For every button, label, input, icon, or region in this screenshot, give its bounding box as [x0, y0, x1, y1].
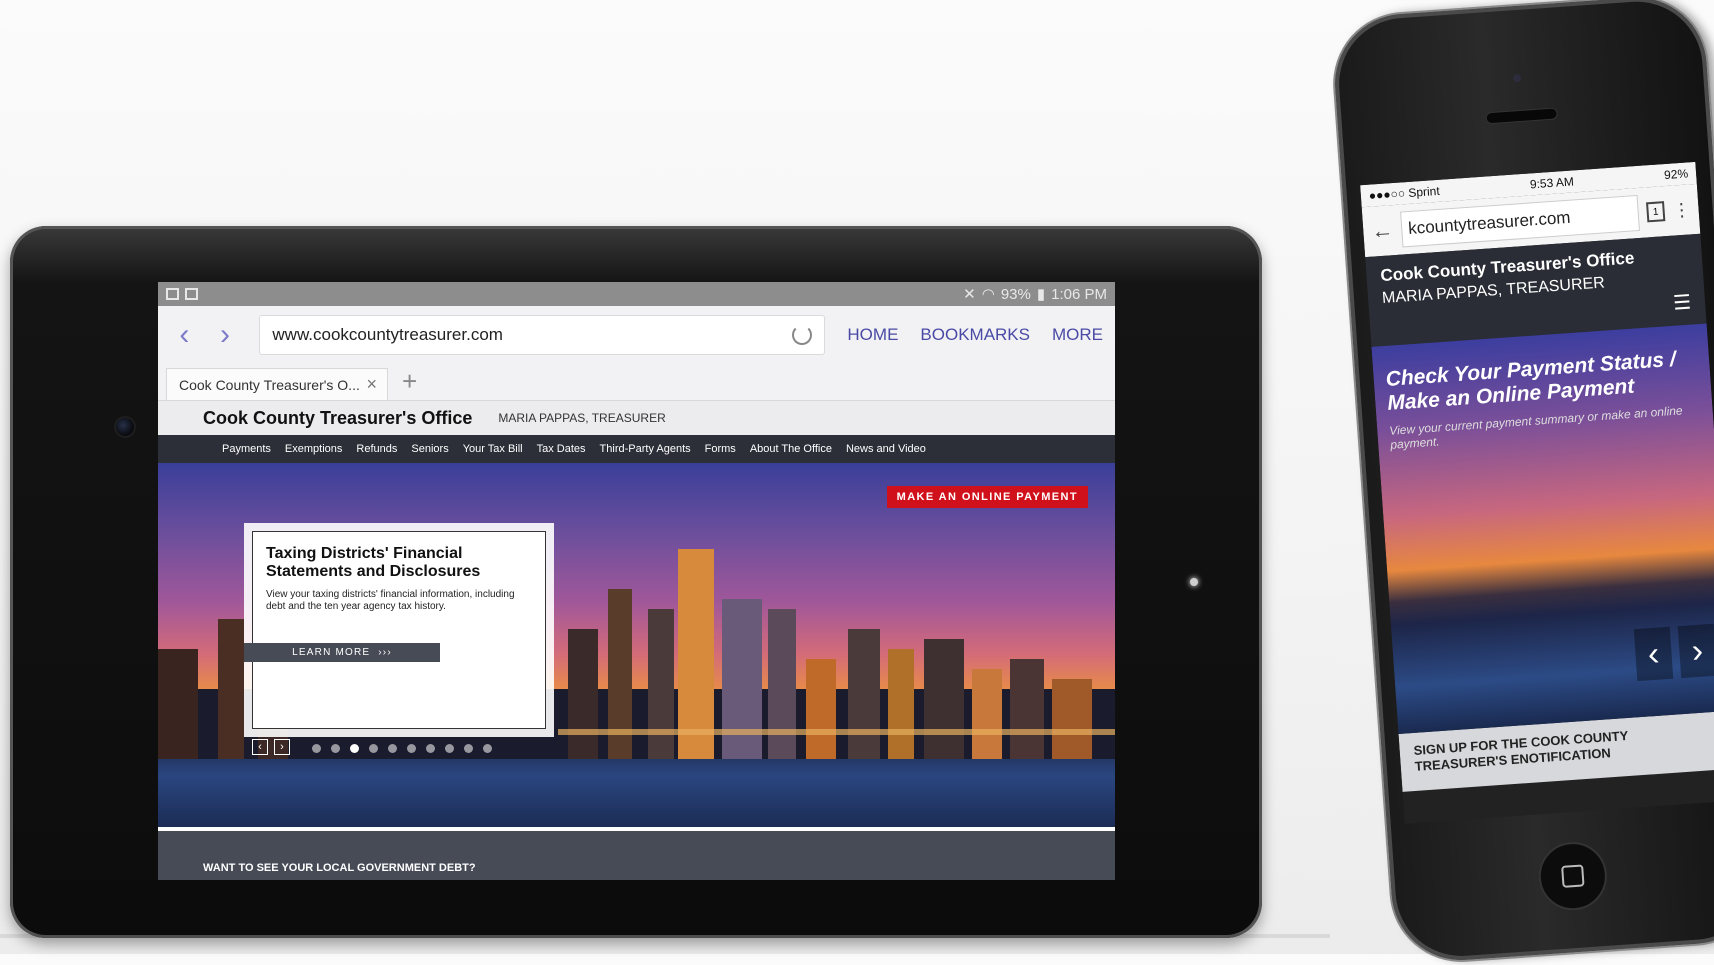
nav-item-about[interactable]: About The Office	[750, 443, 832, 455]
nav-item-tax-bill[interactable]: Your Tax Bill	[463, 443, 523, 455]
browser-toolbar: ‹ › www.cookcountytreasurer.com HOME BOO…	[158, 306, 1115, 364]
learn-more-label: LEARN MORE	[292, 647, 371, 658]
nav-item-exemptions[interactable]: Exemptions	[285, 443, 342, 455]
back-arrow-icon[interactable]: ←	[1370, 217, 1394, 244]
site-nav: Payments Exemptions Refunds Seniors Your…	[158, 435, 1115, 463]
forward-arrow-icon[interactable]: ›	[211, 320, 240, 350]
tablet-sensor	[1190, 578, 1198, 586]
document-notification-icon	[185, 288, 198, 300]
learn-more-button[interactable]: LEARN MORE ›››	[244, 643, 440, 662]
slider-dot[interactable]	[331, 744, 340, 753]
home-square-icon	[1561, 864, 1585, 888]
more-link[interactable]: MORE	[1052, 325, 1103, 345]
tablet-status-bar: ✕ ◠ 93% ▮ 1:06 PM	[158, 282, 1115, 306]
tab-count-icon[interactable]: 1	[1646, 201, 1666, 223]
tablet-screen: ✕ ◠ 93% ▮ 1:06 PM ‹ › www.cookcountytrea…	[158, 282, 1115, 880]
phone-camera	[1512, 73, 1522, 83]
site-title[interactable]: Cook County Treasurer's Office	[203, 408, 472, 429]
nav-item-seniors[interactable]: Seniors	[411, 443, 448, 455]
nav-item-forms[interactable]: Forms	[705, 443, 736, 455]
slider-dot[interactable]	[407, 744, 416, 753]
tablet-device: ✕ ◠ 93% ▮ 1:06 PM ‹ › www.cookcountytrea…	[10, 226, 1262, 938]
tab-strip: Cook County Treasurer's O... × +	[158, 364, 1115, 401]
phone-speaker	[1485, 107, 1559, 125]
clock: 1:06 PM	[1051, 285, 1107, 303]
mute-icon: ✕	[963, 286, 976, 303]
url-text: www.cookcountytreasurer.com	[272, 325, 503, 344]
phone-clock: 9:53 AM	[1529, 174, 1575, 192]
slider-dot[interactable]	[312, 744, 321, 753]
slider-dot[interactable]	[464, 744, 473, 753]
carrier-name: Sprint	[1407, 183, 1441, 200]
nav-item-third-party[interactable]: Third-Party Agents	[600, 443, 691, 455]
slider-dot[interactable]	[483, 744, 492, 753]
overflow-menu-icon[interactable]: ⋮	[1672, 199, 1691, 221]
wifi-icon: ◠	[981, 286, 995, 303]
new-tab-button[interactable]: +	[402, 368, 417, 394]
slider-dot[interactable]	[388, 744, 397, 753]
hero-banner: MAKE AN ONLINE PAYMENT Taxing Districts'…	[158, 463, 1115, 827]
browser-tab[interactable]: Cook County Treasurer's O... ×	[166, 368, 388, 400]
slider-dot[interactable]	[445, 744, 454, 753]
phone-device: ●●●○○ Sprint 9:53 AM 92% ← kcountytreasu…	[1330, 0, 1714, 965]
site-header: Cook County Treasurer's Office MARIA PAP…	[158, 401, 1115, 435]
phone-slider-arrows: ‹ ›	[1633, 623, 1714, 682]
slider-dot[interactable]	[369, 744, 378, 753]
nav-item-payments[interactable]: Payments	[222, 443, 271, 455]
chevron-right-icon[interactable]: ›	[1677, 623, 1714, 679]
phone-carrier: ●●●○○ Sprint	[1368, 183, 1441, 203]
nav-item-news[interactable]: News and Video	[846, 443, 926, 455]
phone-battery: 92%	[1663, 166, 1689, 183]
chevrons-icon: ›››	[378, 647, 392, 658]
close-icon[interactable]: ×	[366, 374, 377, 395]
back-arrow-icon[interactable]: ‹	[170, 320, 199, 350]
address-bar[interactable]: www.cookcountytreasurer.com	[259, 315, 826, 355]
make-payment-button[interactable]: MAKE AN ONLINE PAYMENT	[886, 486, 1088, 508]
image-notification-icon	[166, 288, 179, 300]
nav-item-refunds[interactable]: Refunds	[356, 443, 397, 455]
bookmarks-link[interactable]: BOOKMARKS	[920, 325, 1030, 345]
slider-prev-icon[interactable]: ‹	[252, 739, 268, 755]
nav-item-tax-dates[interactable]: Tax Dates	[537, 443, 586, 455]
debt-banner: WANT TO SEE YOUR LOCAL GOVERNMENT DEBT?	[158, 831, 1115, 880]
site-subtitle: MARIA PAPPAS, TREASURER	[498, 411, 666, 425]
debt-banner-text[interactable]: WANT TO SEE YOUR LOCAL GOVERNMENT DEBT?	[203, 862, 476, 874]
slider-dot[interactable]	[426, 744, 435, 753]
home-link[interactable]: HOME	[847, 325, 898, 345]
feature-card: Taxing Districts' Financial Statements a…	[244, 531, 546, 729]
feature-card-border	[252, 531, 546, 729]
phone-hero: Check Your Payment Status / Make an Onli…	[1371, 323, 1714, 734]
slider-next-icon[interactable]: ›	[274, 739, 290, 755]
battery-level: 93%	[1000, 285, 1031, 303]
phone-screen: ●●●○○ Sprint 9:53 AM 92% ← kcountytreasu…	[1360, 161, 1714, 824]
slider-dot-active[interactable]	[350, 744, 359, 753]
floor-shadow	[0, 934, 1330, 938]
home-button[interactable]	[1536, 839, 1610, 913]
phone-url-text: kcountytreasurer.com	[1407, 207, 1572, 239]
slider-dots	[312, 744, 492, 753]
reload-icon[interactable]	[792, 325, 813, 345]
slider-controls: ‹ ›	[252, 739, 290, 755]
hamburger-menu-icon[interactable]: ☰	[1672, 290, 1692, 316]
tab-title: Cook County Treasurer's O...	[179, 376, 360, 393]
battery-icon: ▮	[1036, 286, 1046, 303]
tablet-camera	[114, 416, 136, 438]
chevron-left-icon[interactable]: ‹	[1633, 626, 1674, 682]
